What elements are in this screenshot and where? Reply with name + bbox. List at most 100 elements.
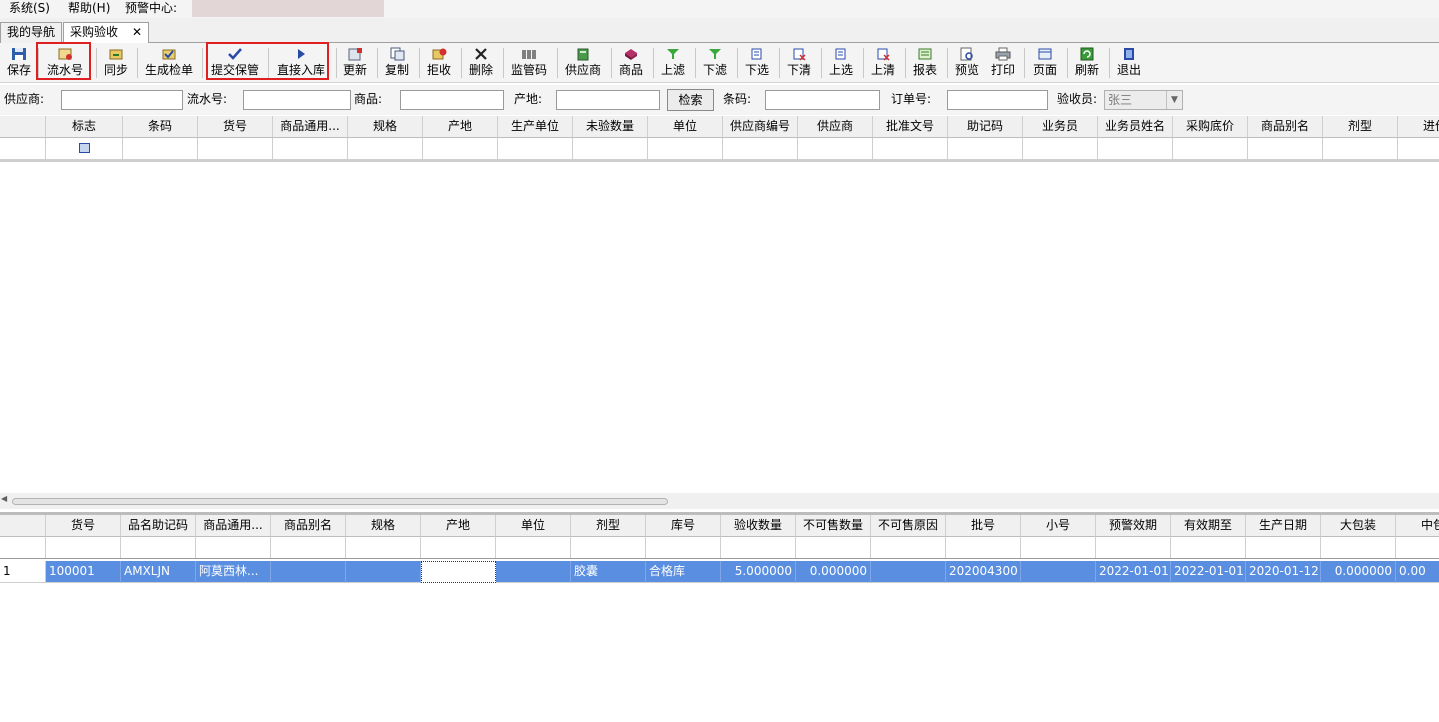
scrollbar-thumb[interactable] bbox=[12, 498, 668, 505]
column-header[interactable]: 规格 bbox=[346, 515, 421, 537]
table-cell[interactable] bbox=[271, 561, 346, 583]
table-cell[interactable]: 202004300 bbox=[946, 561, 1021, 583]
search-button[interactable]: 检索 bbox=[667, 89, 714, 111]
filter-cell[interactable] bbox=[1096, 537, 1171, 559]
filter-cell[interactable] bbox=[346, 537, 421, 559]
supplier-button[interactable]: 供应商 bbox=[563, 45, 603, 81]
column-header[interactable]: 预警效期 bbox=[1096, 515, 1171, 537]
column-header[interactable]: 规格 bbox=[348, 116, 423, 138]
filter-cell[interactable] bbox=[46, 138, 123, 160]
filter-cell[interactable] bbox=[573, 138, 648, 160]
column-header[interactable]: 商品别名 bbox=[1248, 116, 1323, 138]
filter-cell[interactable] bbox=[421, 537, 496, 559]
filter-cell[interactable] bbox=[571, 537, 646, 559]
clear-up-button[interactable]: 上清 bbox=[869, 45, 897, 81]
filter-cell[interactable] bbox=[121, 537, 196, 559]
filter-cell[interactable] bbox=[1171, 537, 1246, 559]
filter-cell[interactable] bbox=[348, 138, 423, 160]
filter-cell[interactable] bbox=[271, 537, 346, 559]
column-header[interactable]: 单位 bbox=[496, 515, 571, 537]
table-cell[interactable]: 100001 bbox=[46, 561, 121, 583]
column-header[interactable]: 业务员姓名 bbox=[1098, 116, 1173, 138]
filter-cell[interactable] bbox=[1321, 537, 1396, 559]
filter-cell[interactable] bbox=[1173, 138, 1248, 160]
save-button[interactable]: 保存 bbox=[4, 45, 34, 81]
column-header[interactable]: 产地 bbox=[421, 515, 496, 537]
column-header[interactable]: 不可售数量 bbox=[796, 515, 871, 537]
column-header[interactable]: 库号 bbox=[646, 515, 721, 537]
refresh-button[interactable]: 刷新 bbox=[1073, 45, 1101, 81]
column-header[interactable]: 剂型 bbox=[1323, 116, 1398, 138]
filter-cell[interactable] bbox=[1023, 138, 1098, 160]
filter-cell[interactable] bbox=[946, 537, 1021, 559]
filter-cell[interactable] bbox=[198, 138, 273, 160]
column-header[interactable]: 剂型 bbox=[571, 515, 646, 537]
table-cell[interactable] bbox=[496, 561, 571, 583]
alert-center-panel[interactable] bbox=[192, 0, 384, 17]
update-button[interactable]: 更新 bbox=[341, 45, 369, 81]
column-header[interactable]: 业务员 bbox=[1023, 116, 1098, 138]
order-number-input[interactable] bbox=[947, 90, 1048, 110]
column-header[interactable]: 中包 bbox=[1396, 515, 1439, 537]
column-header[interactable]: 采购底价 bbox=[1173, 116, 1248, 138]
filter-cell[interactable] bbox=[496, 537, 571, 559]
close-icon[interactable]: ✕ bbox=[132, 25, 142, 39]
print-button[interactable]: 打印 bbox=[989, 45, 1017, 81]
column-header[interactable]: 批号 bbox=[946, 515, 1021, 537]
table-cell[interactable]: 0.000000 bbox=[1321, 561, 1396, 583]
supplier-input[interactable] bbox=[61, 90, 183, 110]
sync-button[interactable]: 同步 bbox=[101, 45, 131, 81]
filter-cell[interactable] bbox=[273, 138, 348, 160]
column-header[interactable]: 批准文号 bbox=[873, 116, 948, 138]
table-cell[interactable]: 阿莫西林... bbox=[196, 561, 271, 583]
filter-cell[interactable] bbox=[723, 138, 798, 160]
filter-cell[interactable] bbox=[948, 138, 1023, 160]
column-header[interactable]: 商品通用... bbox=[273, 116, 348, 138]
table-cell[interactable]: 0.00 bbox=[1396, 561, 1439, 583]
column-header[interactable]: 供应商编号 bbox=[723, 116, 798, 138]
column-header[interactable]: 验收数量 bbox=[721, 515, 796, 537]
filter-cell[interactable] bbox=[423, 138, 498, 160]
filter-cell[interactable] bbox=[1398, 138, 1439, 160]
column-header[interactable]: 有效期至 bbox=[1171, 515, 1246, 537]
table-cell[interactable]: 2022-01-01 bbox=[1171, 561, 1246, 583]
table-cell[interactable]: 5.000000 bbox=[721, 561, 796, 583]
select-down-button[interactable]: 下选 bbox=[743, 45, 771, 81]
inspector-select[interactable]: 张三 ▼ bbox=[1104, 90, 1183, 110]
column-header[interactable] bbox=[0, 515, 46, 537]
filter-cell[interactable] bbox=[1248, 138, 1323, 160]
table-cell[interactable]: 2020-01-12 bbox=[1246, 561, 1321, 583]
chevron-down-icon[interactable]: ▼ bbox=[1166, 91, 1182, 109]
column-header[interactable]: 小号 bbox=[1021, 515, 1096, 537]
table-cell[interactable] bbox=[871, 561, 946, 583]
tab-my-navigation[interactable]: 我的导航 bbox=[0, 22, 63, 43]
column-header[interactable]: 进价 bbox=[1398, 116, 1439, 138]
select-up-button[interactable]: 上选 bbox=[827, 45, 855, 81]
filter-cell[interactable] bbox=[0, 138, 46, 160]
column-header[interactable]: 条码 bbox=[123, 116, 198, 138]
reject-button[interactable]: 拒收 bbox=[425, 45, 453, 81]
serial-input[interactable] bbox=[243, 90, 351, 110]
table-row[interactable]: 1 100001 AMXLJN 阿莫西林... 胶囊 合格库 5.000000 … bbox=[0, 561, 1439, 583]
menu-system[interactable]: 系统(S) bbox=[9, 0, 50, 18]
column-header[interactable]: 供应商 bbox=[798, 116, 873, 138]
filter-cell[interactable] bbox=[1246, 537, 1321, 559]
filter-cell[interactable] bbox=[646, 537, 721, 559]
table-cell[interactable]: 胶囊 bbox=[571, 561, 646, 583]
table-cell[interactable] bbox=[1021, 561, 1096, 583]
tab-purchase-inspection[interactable]: 采购验收 ✕ bbox=[63, 22, 150, 44]
exit-button[interactable]: 退出 bbox=[1115, 45, 1143, 81]
table-cell[interactable] bbox=[346, 561, 421, 583]
filter-cell[interactable] bbox=[873, 138, 948, 160]
table-cell[interactable]: 合格库 bbox=[646, 561, 721, 583]
filter-cell[interactable] bbox=[871, 537, 946, 559]
filter-cell[interactable] bbox=[123, 138, 198, 160]
filter-cell[interactable] bbox=[796, 537, 871, 559]
column-header[interactable]: 不可售原因 bbox=[871, 515, 946, 537]
column-header[interactable]: 货号 bbox=[198, 116, 273, 138]
table-cell[interactable]: AMXLJN bbox=[121, 561, 196, 583]
column-header[interactable]: 产地 bbox=[423, 116, 498, 138]
filter-cell[interactable] bbox=[498, 138, 573, 160]
table-cell-focused[interactable] bbox=[421, 561, 496, 583]
column-header[interactable]: 货号 bbox=[46, 515, 121, 537]
